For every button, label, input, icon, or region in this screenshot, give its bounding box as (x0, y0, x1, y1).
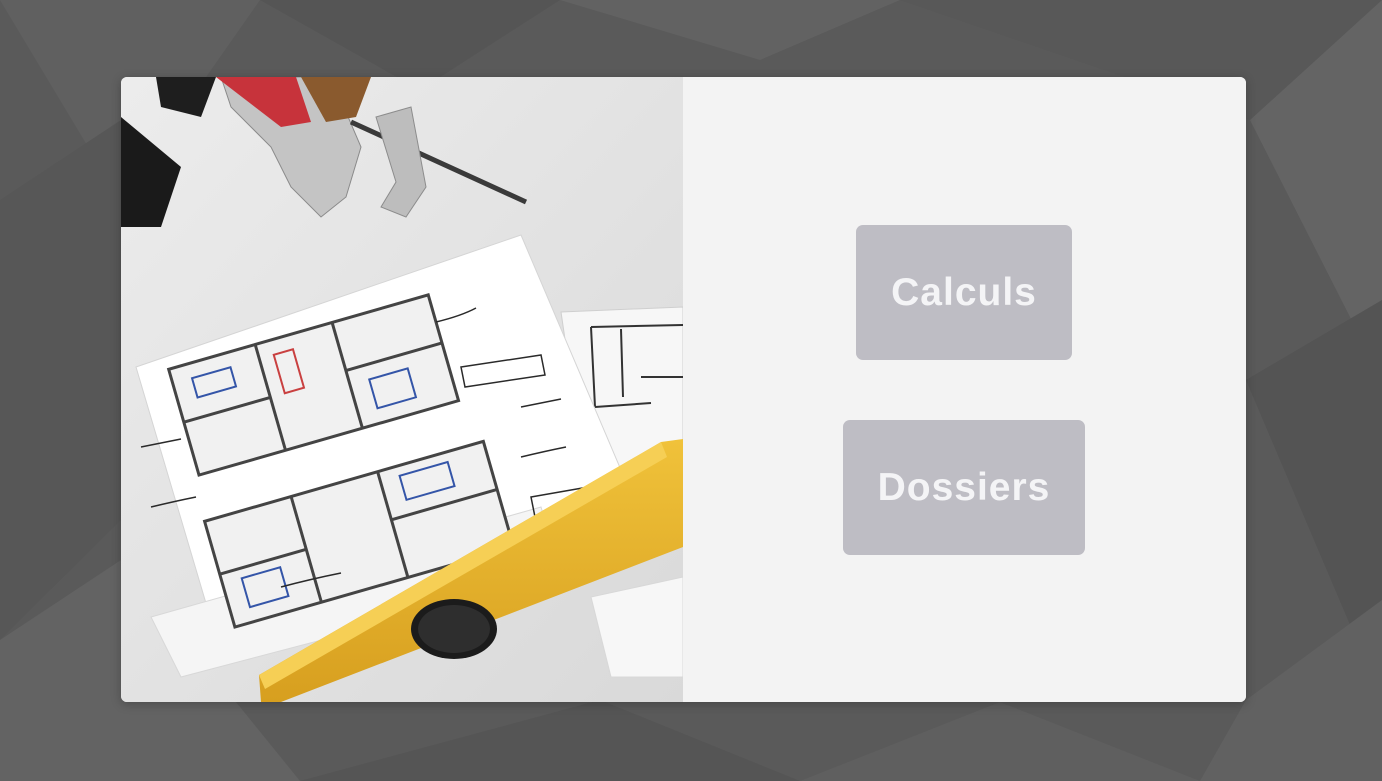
calculs-button[interactable]: Calculs (856, 225, 1072, 360)
dossiers-button[interactable]: Dossiers (843, 420, 1085, 555)
floor-plan-photo (121, 77, 683, 702)
main-card: Calculs Dossiers (121, 77, 1246, 702)
menu-panel: Calculs Dossiers (683, 77, 1246, 702)
